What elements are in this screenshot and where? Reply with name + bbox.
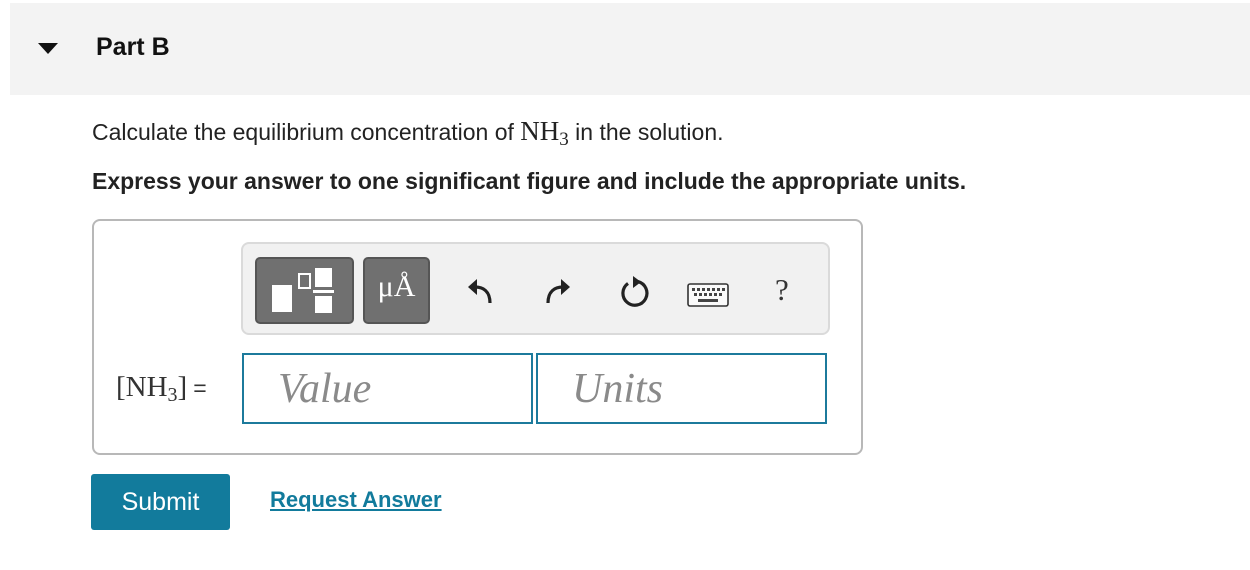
question-prefix: Calculate the equilibrium concentration … xyxy=(92,119,521,145)
question-text: Calculate the equilibrium concentration … xyxy=(92,116,724,151)
request-answer-link[interactable]: Request Answer xyxy=(270,487,442,513)
answer-label-base: [NH xyxy=(116,371,168,403)
question-suffix: in the solution. xyxy=(568,119,724,145)
part-title: Part B xyxy=(96,33,170,61)
templates-button[interactable] xyxy=(255,257,354,324)
units-button[interactable]: μÅ xyxy=(363,257,430,324)
math-toolbar: μÅ ? xyxy=(241,242,830,335)
keyboard-icon[interactable] xyxy=(687,283,729,307)
formula-base: NH xyxy=(520,116,560,146)
answer-box: μÅ ? [NH3] = xyxy=(92,219,863,455)
submit-button[interactable]: Submit xyxy=(91,474,230,530)
formula-subscript: 3 xyxy=(559,129,569,150)
reset-icon[interactable] xyxy=(619,276,651,308)
answer-variable-label: [NH3] = xyxy=(116,371,207,407)
units-input[interactable] xyxy=(536,353,827,424)
answer-instruction: Express your answer to one significant f… xyxy=(92,168,967,194)
question-formula: NH3 xyxy=(520,116,569,150)
answer-label-close: ] xyxy=(177,371,188,403)
value-input[interactable] xyxy=(242,353,533,424)
undo-icon[interactable] xyxy=(465,278,495,306)
units-icon: μÅ xyxy=(377,270,416,303)
part-header: Part B xyxy=(10,3,1250,95)
answer-label-subscript: 3 xyxy=(167,384,178,406)
equals-sign: = xyxy=(193,375,207,401)
redo-icon[interactable] xyxy=(543,278,573,306)
collapse-triangle-icon[interactable] xyxy=(38,43,58,54)
help-icon[interactable]: ? xyxy=(775,272,789,308)
templates-icon xyxy=(272,268,334,313)
